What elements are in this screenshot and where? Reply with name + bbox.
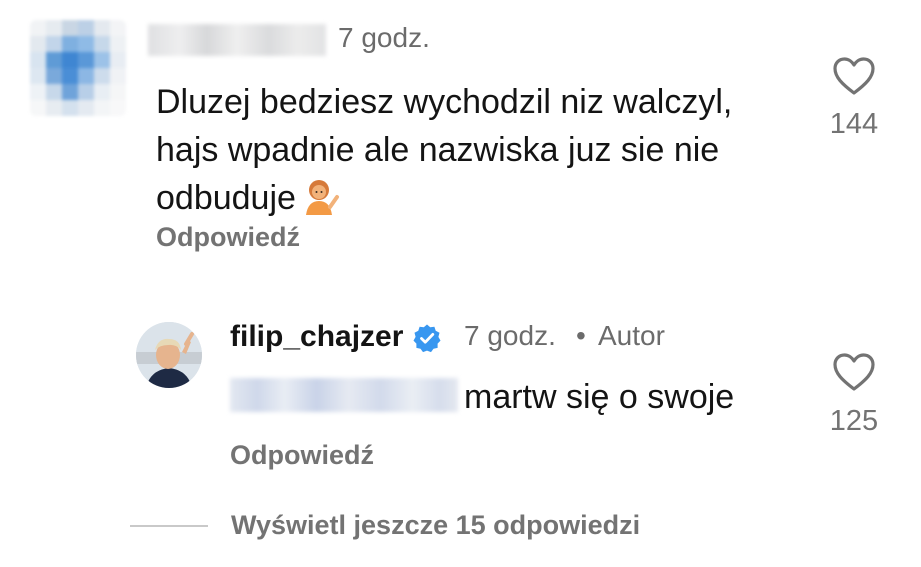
reply-time: 7 godz. [464, 320, 556, 351]
username-redacted [148, 24, 326, 56]
separator-dot: • [576, 320, 586, 351]
verified-badge-icon [412, 323, 442, 358]
avatar[interactable] [30, 20, 126, 116]
view-more-replies-button[interactable]: Wyświetl jeszcze 15 odpowiedzi [231, 510, 640, 541]
like-count: 144 [829, 108, 879, 140]
like-count: 125 [829, 405, 879, 437]
person-tipping-hand-emoji-icon [302, 177, 340, 215]
mention-redacted[interactable] [230, 378, 458, 412]
comment-time: 7 godz. [338, 22, 430, 53]
comment-text-line-2: hajs wpadnie ale nazwiska juz sie nie [156, 131, 720, 169]
author-badge: Autor [598, 320, 665, 351]
comment-text-line-3-text: odbuduje [156, 179, 296, 217]
username-link[interactable]: filip_chajzer [230, 320, 403, 354]
reply-text: martw się o swoje [464, 378, 735, 416]
reply-button[interactable]: Odpowiedź [156, 222, 300, 253]
reply-button[interactable]: Odpowiedź [230, 440, 374, 471]
comment-text: Dluzej bedziesz wychodzil niz walczyl, h… [156, 78, 796, 222]
divider [130, 525, 208, 527]
comment-text-line-3: odbuduje [156, 174, 796, 222]
like-heart-icon[interactable] [832, 56, 876, 101]
comment-text-line-1: Dluzej bedziesz wychodzil niz walczyl, [156, 83, 733, 121]
avatar[interactable] [136, 322, 202, 388]
like-heart-icon[interactable] [832, 352, 876, 397]
